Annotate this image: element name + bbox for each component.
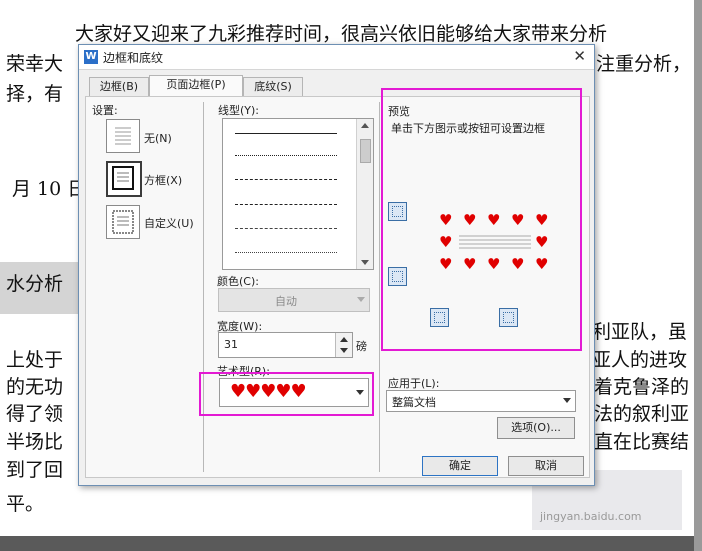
line-style-solid[interactable]	[235, 133, 337, 134]
close-icon[interactable]: ✕	[573, 47, 586, 65]
doc-line: 利亚队，虽	[592, 321, 688, 343]
line-style-dash-dot-dot[interactable]	[235, 252, 337, 253]
doc-line: 得了领	[6, 403, 64, 425]
doc-line: 月 10 日	[12, 178, 87, 200]
doc-line: 到了回	[6, 459, 64, 481]
heart-icon: ♥	[535, 211, 549, 229]
doc-line: 的无功	[6, 376, 64, 398]
chevron-down-icon	[563, 398, 571, 403]
setting-box-label[interactable]: 方框(X)	[144, 172, 182, 188]
width-value: 31	[224, 338, 238, 351]
line-style-list[interactable]	[222, 118, 374, 270]
tab-shading[interactable]: 底纹(S)	[243, 77, 303, 96]
setting-box-icon	[112, 166, 134, 190]
doc-line: 直在比赛结	[594, 431, 690, 453]
options-button[interactable]: 选项(O)...	[497, 417, 575, 439]
tab-page-borders[interactable]: 页面边框(P)	[149, 75, 243, 96]
settings-label: 设置:	[92, 104, 118, 117]
doc-line: 平。	[6, 493, 45, 515]
cancel-button[interactable]: 取消	[508, 456, 584, 476]
heart-icon: ♥	[439, 255, 453, 273]
art-highlight-box	[199, 372, 374, 416]
doc-heading: 水分析	[6, 273, 64, 295]
right-border-button[interactable]	[499, 308, 518, 327]
setting-box-button[interactable]	[106, 161, 142, 197]
line-style-scrollbar[interactable]	[356, 119, 373, 269]
doc-line: 注重分析，	[596, 53, 692, 75]
color-value: 自动	[275, 295, 297, 308]
line-style-dashed[interactable]	[235, 179, 337, 180]
doc-line: 法的叙利亚	[594, 403, 690, 425]
borders-shading-dialog: W 边框和底纹 ✕ 边框(B) 页面边框(P) 底纹(S) 设置: 无(N) 方…	[78, 44, 595, 486]
heart-icon: ♥	[487, 211, 501, 229]
doc-line: 亚人的进攻	[592, 349, 688, 371]
heart-icon: ♥	[487, 255, 501, 273]
setting-none-label[interactable]: 无(N)	[144, 130, 172, 146]
spin-up-icon[interactable]	[340, 337, 348, 342]
width-spinner[interactable]	[335, 333, 352, 357]
line-style-dash-dot[interactable]	[235, 228, 337, 229]
setting-none-button[interactable]	[106, 119, 140, 153]
preview-hint: 单击下方图示或按钮可设置边框	[391, 122, 545, 135]
apply-to-label: 应用于(L):	[388, 377, 440, 390]
width-unit: 磅	[356, 340, 367, 353]
preview-page[interactable]: ♥ ♥ ♥ ♥ ♥ ♥ ♥ ♥ ♥ ♥ ♥ ♥	[439, 213, 551, 275]
panel-divider	[203, 102, 204, 472]
heart-icon: ♥	[439, 211, 453, 229]
top-border-button[interactable]	[388, 202, 407, 221]
doc-line: 荣幸大	[6, 53, 64, 75]
heart-icon: ♥	[511, 255, 525, 273]
chevron-down-icon	[357, 297, 365, 302]
scroll-down-icon[interactable]	[361, 260, 369, 265]
ok-button[interactable]: 确定	[422, 456, 498, 476]
line-style-dotted[interactable]	[235, 155, 337, 156]
preview-text-lines	[459, 235, 531, 249]
heart-icon: ♥	[463, 255, 477, 273]
heart-icon: ♥	[511, 211, 525, 229]
line-style-long-dash[interactable]	[235, 204, 337, 205]
setting-none-icon	[115, 127, 131, 145]
doc-line: 择，有	[6, 83, 64, 105]
width-input[interactable]: 31	[218, 332, 353, 358]
heart-icon: ♥	[535, 255, 549, 273]
heart-icon: ♥	[535, 233, 549, 251]
doc-line: 半场比	[6, 431, 64, 453]
color-label: 颜色(C):	[217, 275, 259, 288]
tab-borders[interactable]: 边框(B)	[89, 77, 149, 96]
apply-to-select[interactable]: 整篇文档	[386, 390, 576, 412]
dialog-titlebar[interactable]: W 边框和底纹 ✕	[79, 45, 594, 70]
spin-down-icon[interactable]	[340, 348, 348, 353]
scrollbar-track[interactable]	[694, 0, 702, 551]
bottom-border-button[interactable]	[388, 267, 407, 286]
heart-icon: ♥	[439, 233, 453, 251]
scroll-up-icon[interactable]	[361, 123, 369, 128]
line-style-label: 线型(Y):	[218, 104, 260, 117]
watermark-text: jingyan.baidu.com	[540, 510, 642, 523]
setting-custom-label[interactable]: 自定义(U)	[144, 215, 194, 231]
doc-line: 着克鲁泽的	[594, 376, 690, 398]
setting-custom-button[interactable]	[106, 205, 140, 239]
scroll-thumb[interactable]	[360, 139, 371, 163]
left-border-button[interactable]	[430, 308, 449, 327]
panel-divider	[379, 102, 380, 472]
apply-to-value: 整篇文档	[392, 396, 436, 409]
app-icon: W	[84, 50, 98, 64]
preview-label: 预览	[388, 105, 410, 118]
doc-line: 上处于	[6, 349, 64, 371]
heart-icon: ♥	[463, 211, 477, 229]
color-select[interactable]: 自动	[218, 288, 370, 312]
setting-custom-icon	[112, 210, 134, 234]
dialog-title: 边框和底纹	[103, 51, 164, 65]
